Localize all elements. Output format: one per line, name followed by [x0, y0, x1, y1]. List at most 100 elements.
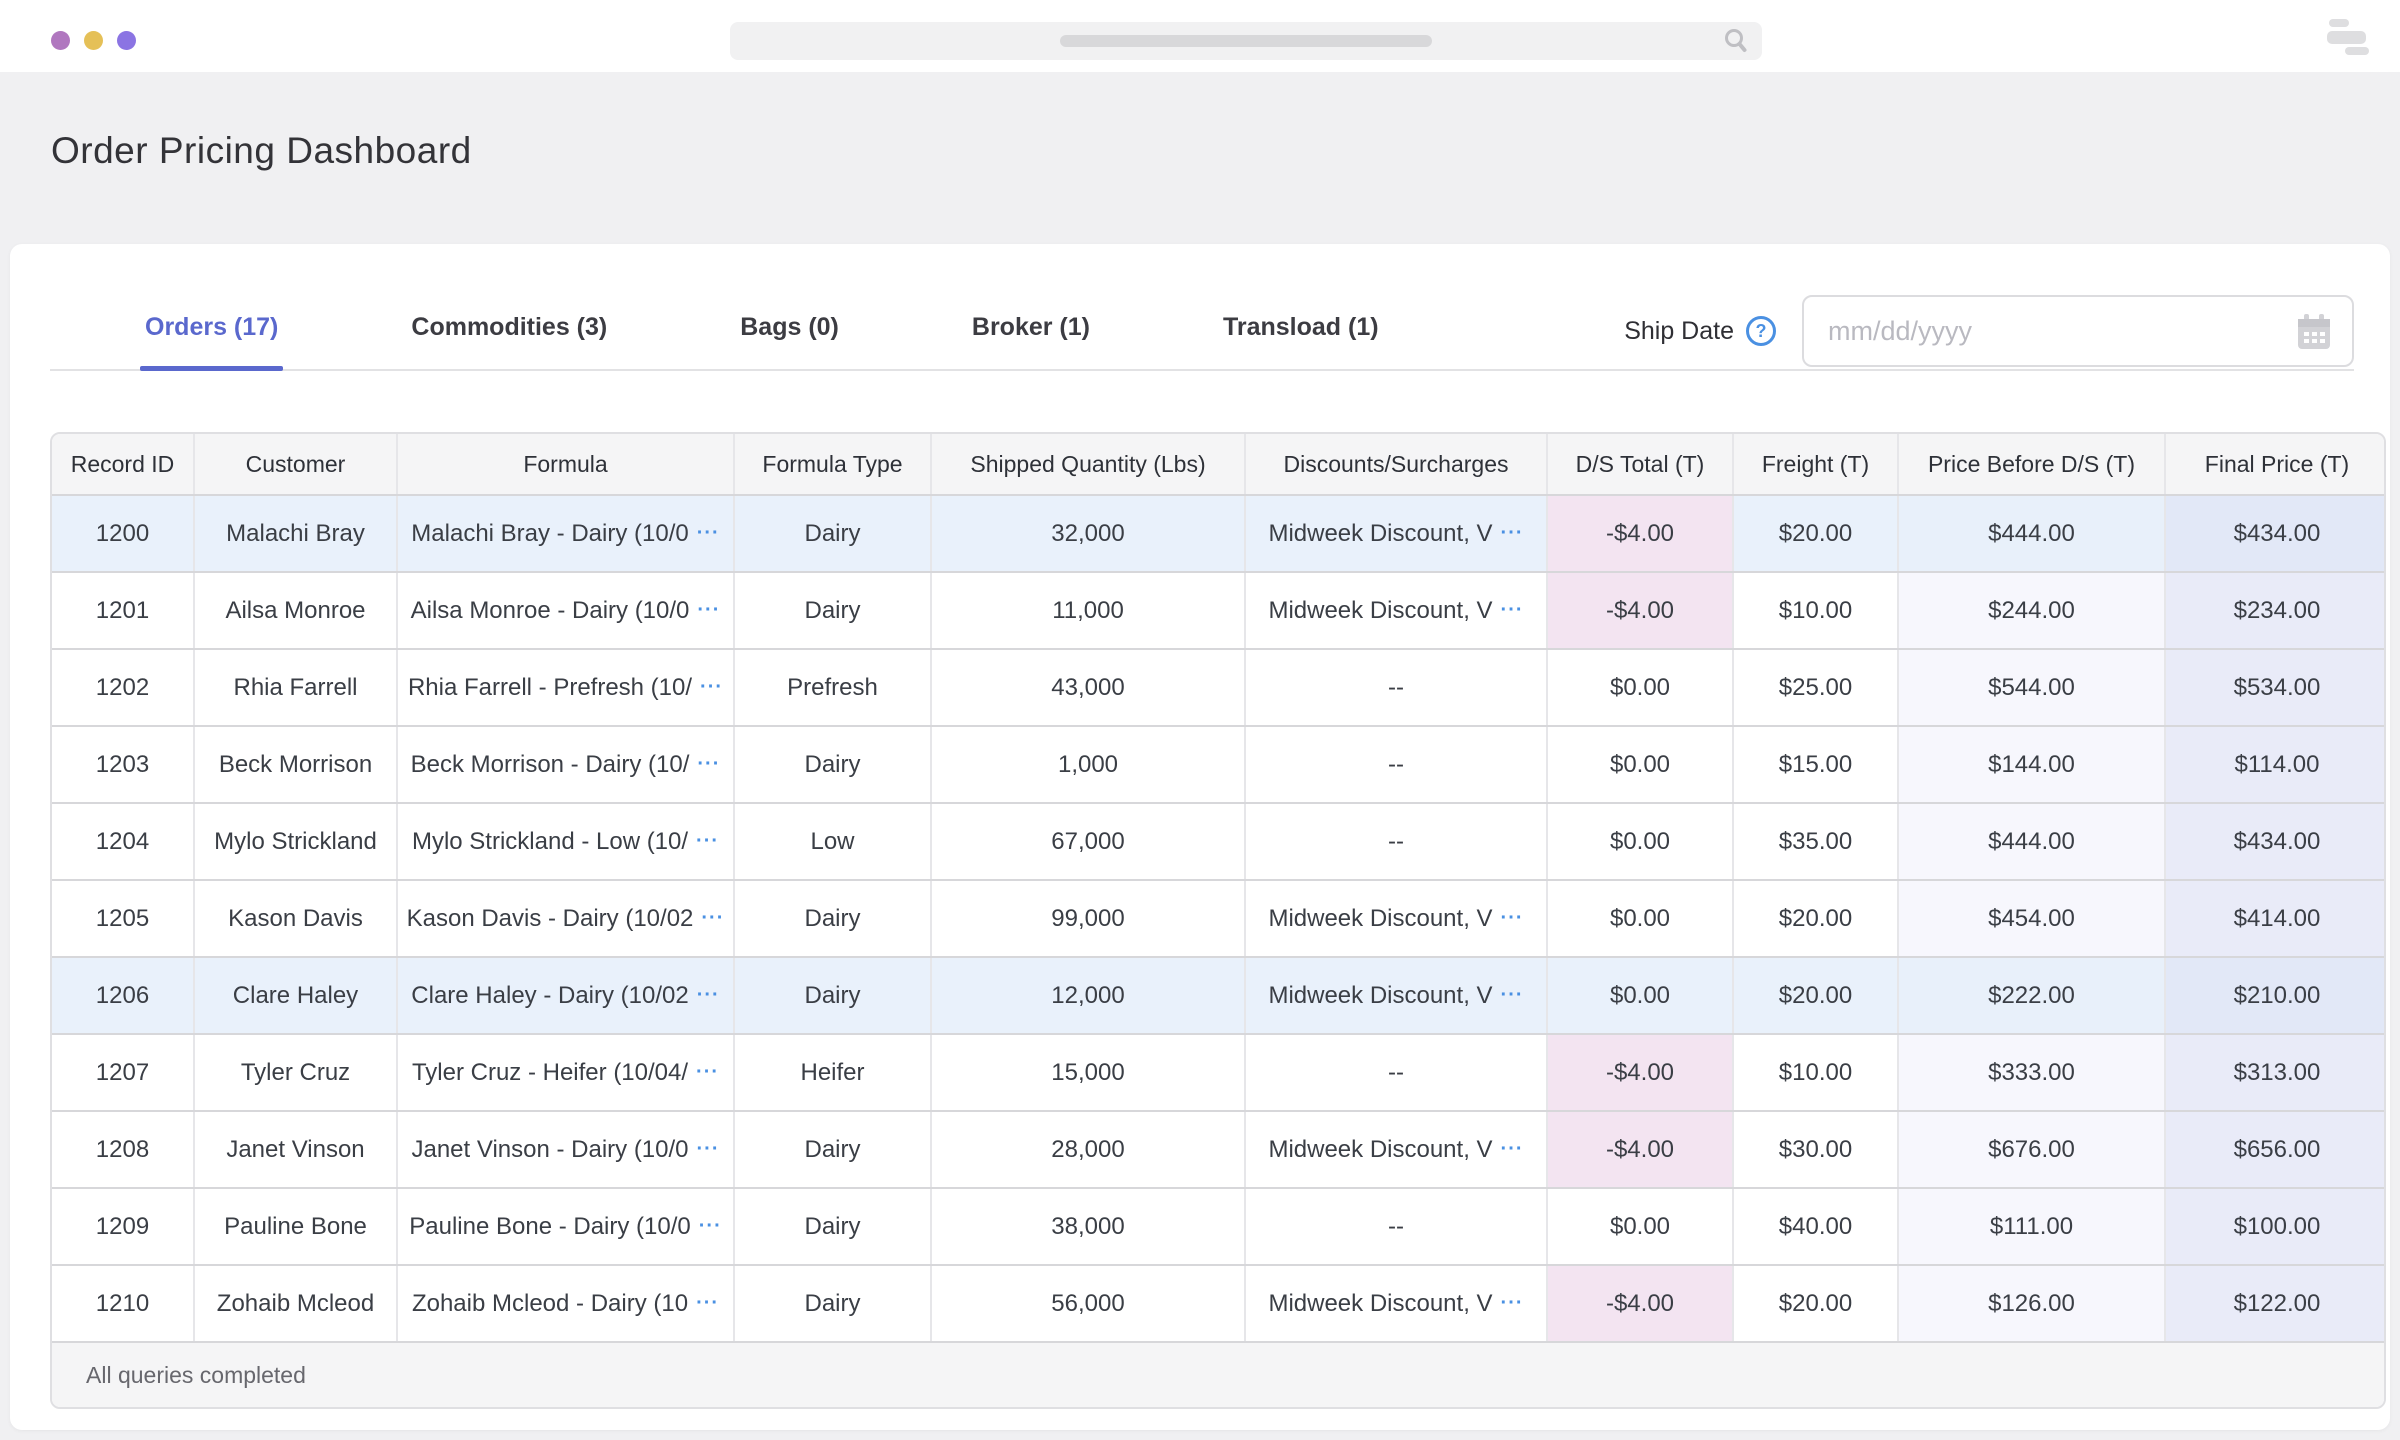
cell-price-before: $444.00	[1899, 804, 2166, 879]
cell-record-id: 1203	[52, 727, 195, 802]
tab-bags[interactable]: Bags (0)	[740, 313, 839, 369]
cell-text: Rhia Farrell - Prefresh (10/	[408, 674, 692, 702]
cell-final-price: $434.00	[2166, 496, 2386, 571]
cell-text: Pauline Bone - Dairy (10/0	[409, 1213, 690, 1241]
table-row[interactable]: 1209Pauline Bone Pauline Bone - Dairy (10…	[52, 1189, 2384, 1266]
ellipsis-more-icon[interactable]: ···	[700, 676, 723, 699]
table-header-row: Record IDCustomerFormulaFormula TypeShip…	[52, 434, 2384, 496]
cell-text: Clare Haley - Dairy (10/02	[411, 982, 688, 1010]
ellipsis-more-icon[interactable]: ···	[697, 599, 720, 622]
cell-shipped-qty: 56,000	[932, 1266, 1246, 1341]
ellipsis-more-icon[interactable]: ···	[699, 1215, 722, 1238]
ellipsis-more-icon[interactable]: ···	[697, 1138, 720, 1161]
calendar-icon[interactable]	[2294, 312, 2334, 357]
cell-ds-total: $0.00	[1548, 727, 1734, 802]
search-icon[interactable]	[1722, 27, 1750, 60]
cell-record-id: 1200	[52, 496, 195, 571]
window-menu-icon[interactable]	[2326, 17, 2372, 57]
cell-formula: Mylo Strickland - Low (10/···	[398, 804, 735, 879]
cell-text: Tyler Cruz - Heifer (10/04/	[412, 1059, 688, 1087]
menu-bar-bottom	[2345, 47, 2369, 55]
ellipsis-more-icon[interactable]: ···	[696, 830, 719, 853]
cell-text: Midweek Discount, V	[1268, 982, 1492, 1010]
ellipsis-more-icon[interactable]: ···	[697, 753, 720, 776]
cell-formula: Ailsa Monroe - Dairy (10/0 ···	[398, 573, 735, 648]
ship-date-input[interactable]	[1802, 295, 2354, 367]
table-row[interactable]: 1200Malachi BrayMalachi Bray - Dairy (10…	[52, 496, 2384, 573]
cell-record-id: 1206	[52, 958, 195, 1033]
cell-formula-type: Low	[735, 804, 932, 879]
cell-price-before: $444.00	[1899, 496, 2166, 571]
column-header-formula-type: Formula Type	[735, 434, 932, 494]
cell-formula-type: Dairy	[735, 1266, 932, 1341]
ellipsis-more-icon[interactable]: ···	[696, 1061, 719, 1084]
cell-freight: $35.00	[1734, 804, 1899, 879]
cell-final-price: $434.00	[2166, 804, 2386, 879]
menu-bar-middle	[2327, 31, 2366, 44]
cell-customer: Pauline Bone	[195, 1189, 398, 1264]
ellipsis-more-icon[interactable]: ···	[1501, 1138, 1524, 1161]
cell-record-id: 1208	[52, 1112, 195, 1187]
cell-text: Janet Vinson - Dairy (10/0	[411, 1136, 688, 1164]
window-control-dot-2[interactable]	[84, 31, 103, 50]
help-icon[interactable]: ?	[1746, 316, 1776, 346]
ship-date-group: Ship Date ?	[1624, 295, 2354, 367]
table-row[interactable]: 1203Beck MorrisonBeck Morrison - Dairy (…	[52, 727, 2384, 804]
address-bar-redacted-text	[1060, 35, 1432, 47]
address-bar[interactable]	[730, 22, 1762, 60]
cell-freight: $20.00	[1734, 1266, 1899, 1341]
cell-ds-total: $0.00	[1548, 650, 1734, 725]
cell-shipped-qty: 1,000	[932, 727, 1246, 802]
table-row[interactable]: 1208Janet Vinson Janet Vinson - Dairy (10…	[52, 1112, 2384, 1189]
ellipsis-more-icon[interactable]: ···	[701, 907, 724, 930]
tab-orders[interactable]: Orders (17)	[145, 313, 278, 369]
cell-formula-type: Dairy	[735, 1189, 932, 1264]
cell-formula-type: Dairy	[735, 496, 932, 571]
ellipsis-more-icon[interactable]: ···	[1501, 984, 1524, 1007]
cell-final-price: $234.00	[2166, 573, 2386, 648]
cell-text: Beck Morrison - Dairy (10/	[411, 751, 690, 779]
tab-transload[interactable]: Transload (1)	[1223, 313, 1379, 369]
table-row[interactable]: 1207Tyler CruzTyler Cruz - Heifer (10/04…	[52, 1035, 2384, 1112]
table-row[interactable]: 1201Ailsa MonroeAilsa Monroe - Dairy (10…	[52, 573, 2384, 650]
table-row[interactable]: 1205Kason DavisKason Davis - Dairy (10/0…	[52, 881, 2384, 958]
ellipsis-more-icon[interactable]: ···	[1501, 522, 1524, 545]
column-header-freight-t: Freight (T)	[1734, 434, 1899, 494]
window-control-dot-1[interactable]	[51, 31, 70, 50]
cell-ds-total: -$4.00	[1548, 496, 1734, 571]
cell-customer: Tyler Cruz	[195, 1035, 398, 1110]
ellipsis-more-icon[interactable]: ···	[697, 984, 720, 1007]
cell-customer: Janet Vinson	[195, 1112, 398, 1187]
cell-discounts: Midweek Discount, V···	[1246, 573, 1548, 648]
tab-broker[interactable]: Broker (1)	[972, 313, 1090, 369]
table-row[interactable]: 1210Zohaib McleodZohaib Mcleod - Dairy (…	[52, 1266, 2384, 1343]
ellipsis-more-icon[interactable]: ···	[1501, 907, 1524, 930]
table-row[interactable]: 1204Mylo StricklandMylo Strickland - Low…	[52, 804, 2384, 881]
cell-discounts: Midweek Discount, V ···	[1246, 881, 1548, 956]
column-header-d-s-total-t: D/S Total (T)	[1548, 434, 1734, 494]
ellipsis-more-icon[interactable]: ···	[1501, 599, 1524, 622]
tabs: Orders (17) Commodities (3) Bags (0) Bro…	[145, 244, 1379, 369]
cell-ds-total: $0.00	[1548, 958, 1734, 1033]
ellipsis-more-icon[interactable]: ···	[1501, 1292, 1524, 1315]
cell-text: Midweek Discount, V	[1268, 905, 1492, 933]
cell-shipped-qty: 67,000	[932, 804, 1246, 879]
cell-formula-type: Dairy	[735, 1112, 932, 1187]
table-row[interactable]: 1206Clare HaleyClare Haley - Dairy (10/0…	[52, 958, 2384, 1035]
cell-customer: Mylo Strickland	[195, 804, 398, 879]
cell-text: Ailsa Monroe - Dairy (10/0	[411, 597, 690, 625]
cell-discounts: Midweek Discount, V···	[1246, 1112, 1548, 1187]
ellipsis-more-icon[interactable]: ···	[697, 522, 720, 545]
table-row[interactable]: 1202Rhia FarrellRhia Farrell - Prefresh …	[52, 650, 2384, 727]
ellipsis-more-icon[interactable]: ···	[696, 1292, 719, 1315]
cell-record-id: 1205	[52, 881, 195, 956]
cell-formula-type: Dairy	[735, 727, 932, 802]
cell-freight: $20.00	[1734, 958, 1899, 1033]
window-control-dot-3[interactable]	[117, 31, 136, 50]
cell-record-id: 1209	[52, 1189, 195, 1264]
cell-price-before: $111.00	[1899, 1189, 2166, 1264]
tab-commodities[interactable]: Commodities (3)	[411, 313, 607, 369]
column-header-price-before-d-s-t: Price Before D/S (T)	[1899, 434, 2166, 494]
ship-date-label: Ship Date	[1624, 317, 1734, 346]
cell-text: Zohaib Mcleod - Dairy (10	[412, 1290, 688, 1318]
